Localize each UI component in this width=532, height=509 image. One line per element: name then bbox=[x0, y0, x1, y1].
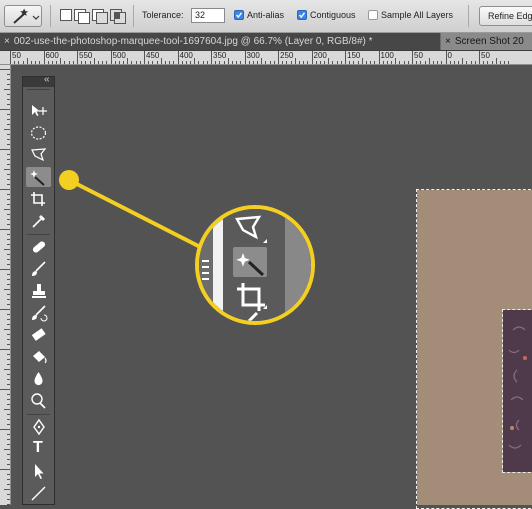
magnified-tools-callout bbox=[195, 205, 315, 325]
magnified-tools-image bbox=[199, 209, 311, 321]
callout-dot bbox=[59, 170, 79, 190]
